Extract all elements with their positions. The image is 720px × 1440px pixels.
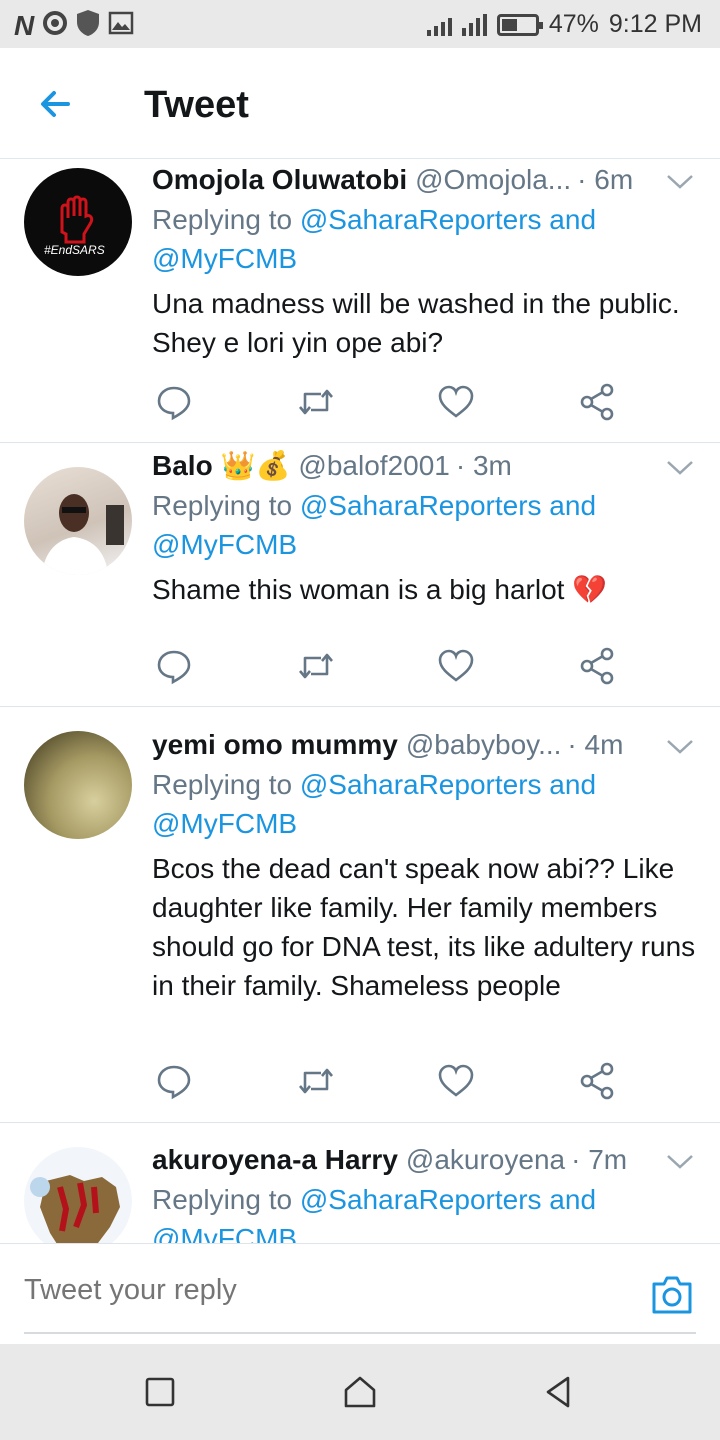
replying-to: Replying to @SaharaReporters and @MyFCMB — [152, 1180, 698, 1243]
back-icon[interactable] — [540, 1374, 576, 1410]
tweet-text: Una madness will be washed in the public… — [152, 288, 680, 358]
reply-underline — [24, 1332, 696, 1334]
replying-to: Replying to @SaharaReporters and @MyFCMB — [152, 765, 698, 843]
author-handle[interactable]: @balof2001 — [298, 446, 449, 486]
replying-to: Replying to @SaharaReporters and @MyFCMB — [152, 486, 698, 564]
tweet-header: Omojola Oluwatobi @Omojola... · 6m — [152, 160, 698, 200]
chevron-down-icon[interactable] — [666, 174, 694, 190]
share-icon[interactable] — [578, 1061, 618, 1101]
chevron-down-icon[interactable] — [666, 739, 694, 755]
system-nav-bar — [0, 1344, 720, 1440]
author-name[interactable]: akuroyena-a Harry — [152, 1140, 398, 1180]
shield-icon — [76, 9, 100, 42]
camera-icon[interactable] — [650, 1274, 694, 1316]
reply-icon[interactable] — [154, 1061, 194, 1101]
tweet-item[interactable]: #EndSARS Omojola Oluwatobi @Omojola... ·… — [0, 160, 720, 443]
home-icon[interactable] — [342, 1374, 378, 1410]
tweet-item[interactable]: akuroyena-a Harry @akuroyena · 7m Replyi… — [0, 1123, 720, 1243]
retweet-icon[interactable] — [296, 1061, 336, 1101]
tweet-actions — [152, 382, 622, 422]
tweet-text: Shame this woman is a big harlot 💔 — [152, 574, 608, 605]
name-emoji: 👑💰 — [220, 450, 291, 481]
image-icon — [108, 10, 134, 41]
like-icon[interactable] — [436, 382, 476, 422]
reply-icon[interactable] — [154, 646, 194, 686]
back-arrow-icon[interactable] — [34, 82, 78, 126]
battery-fill — [501, 18, 517, 31]
share-icon[interactable] — [578, 382, 618, 422]
author-handle[interactable]: @Omojola... — [415, 160, 571, 200]
reply-input[interactable] — [24, 1274, 584, 1307]
tweet-actions — [152, 1061, 622, 1101]
chevron-down-icon[interactable] — [666, 460, 694, 476]
replying-prefix: Replying to — [152, 204, 300, 235]
like-icon[interactable] — [436, 646, 476, 686]
like-icon[interactable] — [436, 1061, 476, 1101]
tweet-list[interactable]: #EndSARS Omojola Oluwatobi @Omojola... ·… — [0, 160, 720, 1243]
replying-prefix: Replying to — [152, 1184, 300, 1215]
share-icon[interactable] — [578, 646, 618, 686]
author-handle[interactable]: @babyboy... — [406, 725, 562, 765]
tweet-content: akuroyena-a Harry @akuroyena · 7m Replyi… — [152, 1140, 698, 1243]
status-right: 47% 9:12 PM — [426, 10, 702, 39]
tweet-header: Balo 👑💰 @balof2001 · 3m — [152, 446, 698, 486]
tweet-header: akuroyena-a Harry @akuroyena · 7m — [152, 1140, 698, 1180]
tweet-content: yemi omo mummy @babyboy... · 4m Replying… — [152, 725, 698, 1005]
tweet-actions — [152, 646, 622, 686]
author-handle[interactable]: @akuroyena — [406, 1140, 565, 1180]
retweet-icon[interactable] — [296, 382, 336, 422]
avatar[interactable]: #EndSARS — [24, 168, 132, 276]
status-left: N — [14, 9, 134, 42]
tweet-header: yemi omo mummy @babyboy... · 4m — [152, 725, 698, 765]
battery-icon — [496, 13, 543, 36]
replying-prefix: Replying to — [152, 769, 300, 800]
recent-apps-icon[interactable] — [142, 1374, 178, 1410]
tweet-item[interactable]: yemi omo mummy @babyboy... · 4m Replying… — [0, 707, 720, 1123]
replying-to: Replying to @SaharaReporters and @MyFCMB — [152, 200, 698, 278]
status-bar: N 47% 9:12 PM — [0, 0, 720, 48]
carrier-mark: N — [14, 9, 35, 41]
notification-icon — [42, 10, 68, 41]
battery-percent: 47% — [548, 10, 599, 38]
avatar[interactable] — [24, 731, 132, 839]
tweet-time: · 7m — [571, 1144, 628, 1175]
tweet-time: · 6m — [577, 164, 634, 195]
author-name[interactable]: Omojola Oluwatobi — [152, 160, 407, 200]
tweet-text: Bcos the dead can't speak now abi?? Like… — [152, 853, 696, 1001]
tweet-time: · 4m — [567, 729, 624, 760]
tweet-item[interactable]: Balo 👑💰 @balof2001 · 3m Replying to @Sah… — [0, 443, 720, 707]
author-name[interactable]: Balo — [152, 446, 213, 486]
chevron-down-icon[interactable] — [666, 1154, 694, 1170]
avatar-label: #EndSARS — [44, 243, 105, 257]
avatar[interactable] — [24, 1147, 132, 1243]
tweet-content: Balo 👑💰 @balof2001 · 3m Replying to @Sah… — [152, 446, 698, 609]
signal-2-icon — [461, 13, 487, 36]
reply-bar — [0, 1243, 720, 1344]
tweet-time: · 3m — [455, 450, 512, 481]
author-name[interactable]: yemi omo mummy — [152, 725, 398, 765]
replying-prefix: Replying to — [152, 490, 300, 521]
clock: 9:12 PM — [608, 10, 702, 38]
tweet-content: Omojola Oluwatobi @Omojola... · 6m Reply… — [152, 160, 698, 362]
app-header: Tweet — [0, 48, 720, 159]
avatar[interactable] — [24, 467, 132, 575]
signal-icon — [426, 14, 452, 36]
retweet-icon[interactable] — [296, 646, 336, 686]
reply-icon[interactable] — [154, 382, 194, 422]
page-title: Tweet — [144, 84, 249, 126]
